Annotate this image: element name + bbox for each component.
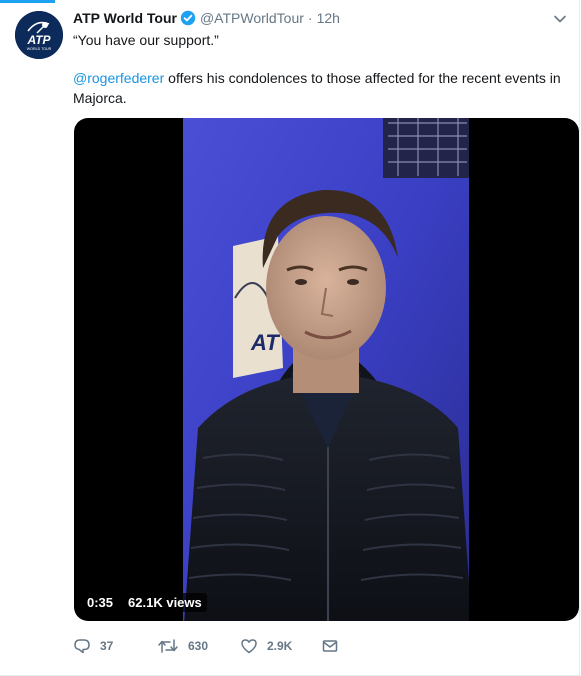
retweet-button[interactable]: 630 (157, 637, 240, 655)
mention-link[interactable]: @rogerfederer (73, 70, 164, 86)
direct-message-button[interactable] (321, 637, 339, 655)
avatar[interactable]: ATP WORLD TOUR (15, 11, 63, 59)
video-info-badge: 0:35 62.1K views (82, 593, 207, 612)
heart-icon (240, 637, 258, 655)
video-player[interactable]: AT 0:35 62.1K views (74, 118, 579, 621)
atp-logo-icon: ATP WORLD TOUR (15, 11, 63, 59)
author-name[interactable]: ATP World Tour (73, 10, 177, 26)
top-accent-bar (0, 0, 55, 3)
like-count: 2.9K (267, 639, 293, 653)
separator-dot: · (307, 10, 313, 26)
tweet-text: “You have our support.” @rogerfederer of… (73, 30, 568, 108)
retweet-icon (157, 637, 179, 655)
envelope-icon (321, 637, 339, 655)
tweet-quote-line: “You have our support.” (73, 32, 219, 48)
reply-button[interactable]: 37 (73, 637, 157, 655)
retweet-count: 630 (188, 639, 209, 653)
svg-text:AT: AT (250, 330, 280, 355)
tweet-actions: 37 630 2.9K (73, 636, 339, 656)
right-divider (579, 0, 580, 676)
verified-badge-icon (180, 10, 196, 26)
tweet-timestamp[interactable]: 12h (317, 10, 340, 26)
reply-count: 37 (100, 639, 114, 653)
tweet-header: ATP World Tour @ATPWorldTour · 12h (73, 8, 340, 28)
chevron-down-icon[interactable] (553, 12, 567, 26)
video-duration: 0:35 (82, 593, 119, 612)
avatar-logo-text: ATP (26, 33, 51, 47)
video-frame: AT (183, 118, 469, 621)
avatar-logo-subtext: WORLD TOUR (27, 47, 52, 51)
like-button[interactable]: 2.9K (240, 637, 321, 655)
author-handle[interactable]: @ATPWorldTour (200, 10, 304, 26)
video-views: 62.1K views (123, 593, 207, 612)
reply-icon (73, 637, 91, 655)
tweet-body-line: @rogerfederer offers his condolences to … (73, 68, 568, 108)
